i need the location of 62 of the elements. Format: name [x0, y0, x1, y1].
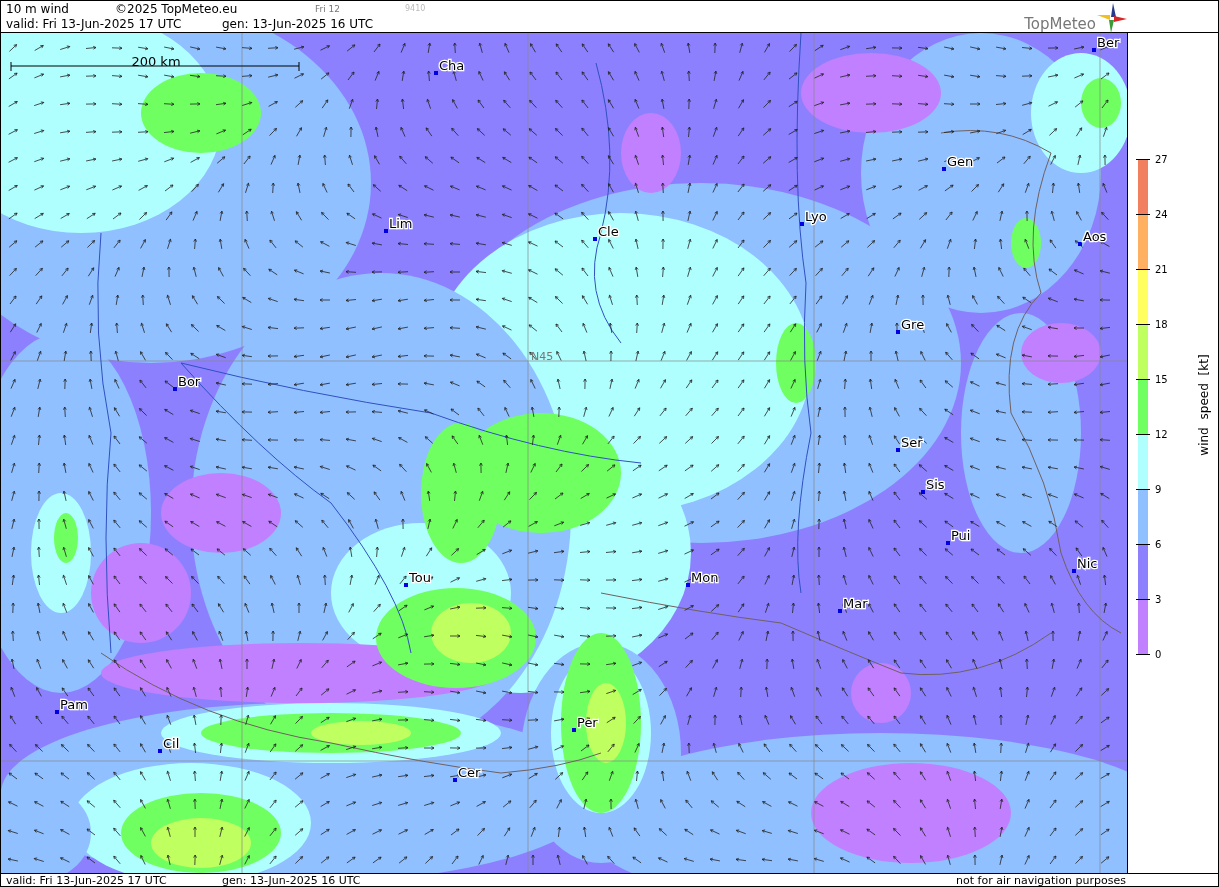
- tick-label: 24: [1155, 208, 1168, 220]
- run-day-label: Fri 12: [315, 3, 342, 14]
- city-marker: [896, 448, 900, 452]
- city-marker: [1078, 242, 1082, 246]
- compass-star-icon: [1097, 3, 1127, 33]
- city-label: Mar: [843, 596, 868, 611]
- city-label: Mon: [691, 570, 719, 585]
- tick-label: 6: [1155, 538, 1162, 550]
- city-label: Nic: [1077, 556, 1098, 571]
- city-label: Cil: [163, 736, 180, 751]
- city-marker: [434, 71, 438, 75]
- city-marker: [593, 237, 597, 241]
- tick-label: 15: [1155, 373, 1168, 385]
- tick-label: 21: [1155, 263, 1168, 275]
- valid-time: valid: Fri 13-Jun-2025 17 UTC: [6, 16, 183, 31]
- city-label: Ser: [901, 435, 923, 450]
- copyright-text: ©2025 TopMeteo.eu: [115, 1, 239, 16]
- latitude-label: N45: [531, 350, 554, 363]
- legend-title: wind speed [kt]: [1197, 354, 1211, 456]
- city-marker: [158, 749, 162, 753]
- city-label: Gre: [901, 317, 925, 332]
- city-marker: [896, 330, 900, 334]
- city-label: Ber: [1097, 35, 1120, 50]
- scale-label: 200 km: [131, 54, 181, 69]
- tick-label: 12: [1155, 428, 1168, 440]
- code-label: 9410: [405, 4, 426, 13]
- disclaimer-text: not for air navigation purposes: [956, 873, 1126, 886]
- city-label: Lyo: [805, 209, 827, 224]
- city-label: Pam: [60, 697, 88, 712]
- city-marker: [921, 490, 925, 494]
- city-marker: [173, 387, 177, 391]
- city-label: Cha: [439, 58, 465, 73]
- tick-label: 3: [1155, 593, 1162, 605]
- city-label: Per: [577, 715, 598, 730]
- city-label: Cle: [598, 224, 619, 239]
- city-marker: [384, 229, 388, 233]
- city-marker: [453, 778, 457, 782]
- city-marker: [838, 609, 842, 613]
- city-marker: [942, 167, 946, 171]
- logo-text: TopMeteo: [1024, 16, 1096, 33]
- city-marker: [686, 583, 690, 587]
- valid-time: valid: Fri 13-Jun-2025 17 UTC: [6, 873, 168, 886]
- tick-label: 0: [1155, 648, 1162, 660]
- city-label: Lim: [389, 216, 413, 231]
- city-label: Tou: [409, 570, 431, 585]
- city-label: Pui: [951, 528, 971, 543]
- city-marker: [946, 541, 950, 545]
- city-label: Cer: [458, 765, 481, 780]
- city-marker: [1072, 569, 1076, 573]
- city-label: Sis: [926, 477, 945, 492]
- city-marker: [800, 222, 804, 226]
- city-marker: [55, 710, 59, 714]
- city-label: Gen: [947, 154, 974, 169]
- tick-label: 18: [1155, 318, 1168, 330]
- tick-label: 9: [1155, 483, 1162, 495]
- city-label: Bor: [178, 374, 201, 389]
- city-marker: [572, 728, 576, 732]
- city-label: Aos: [1083, 229, 1107, 244]
- tick-label: 27: [1155, 153, 1168, 165]
- generated-time: gen: 13-Jun-2025 16 UTC: [222, 873, 361, 886]
- product-title: 10 m wind: [6, 1, 70, 16]
- generated-time: gen: 13-Jun-2025 16 UTC: [222, 16, 374, 31]
